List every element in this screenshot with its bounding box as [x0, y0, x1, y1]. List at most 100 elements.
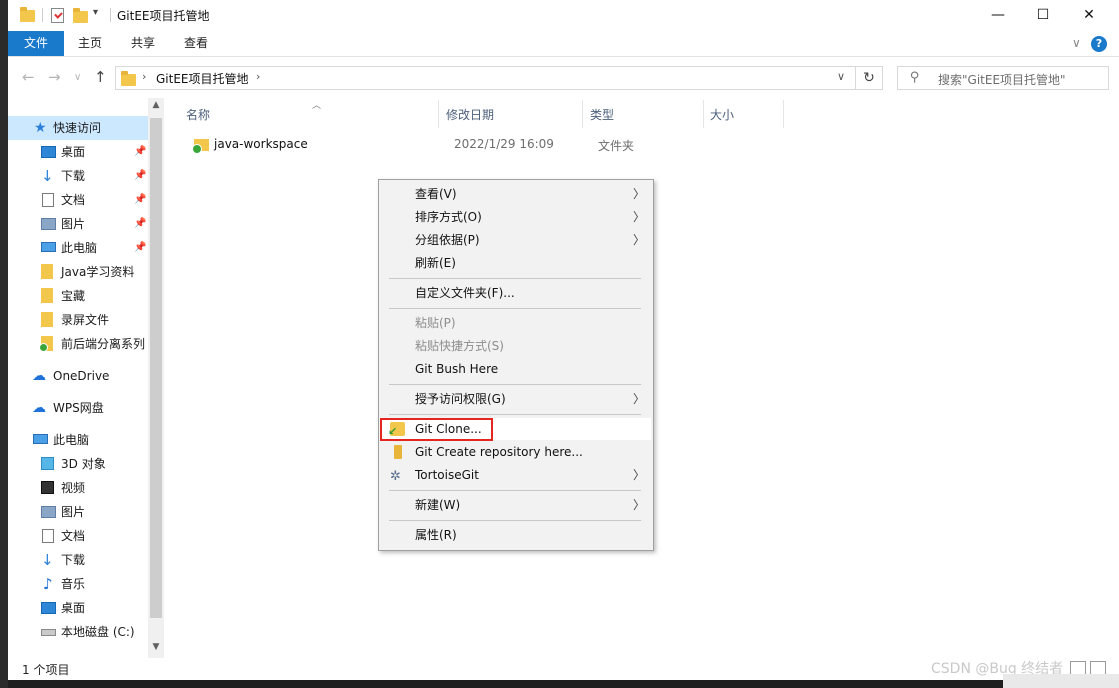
- disk-icon: [41, 629, 56, 636]
- sidebar-item-java-materials[interactable]: Java学习资料: [8, 260, 148, 284]
- scroll-down-icon[interactable]: ▼: [148, 642, 164, 652]
- music-icon: ♪: [43, 575, 53, 593]
- menu-item-new[interactable]: 新建(W) 〉: [381, 494, 651, 516]
- column-header-type[interactable]: 类型: [590, 106, 614, 123]
- back-arrow-icon[interactable]: ←: [22, 68, 35, 86]
- sidebar-item-pictures[interactable]: 图片 📌: [8, 212, 148, 236]
- chevron-down-icon[interactable]: ∨: [1072, 36, 1081, 50]
- sidebar-item-treasure[interactable]: 宝藏: [8, 284, 148, 308]
- menu-item-properties[interactable]: 属性(R): [381, 524, 651, 546]
- sidebar-item-music[interactable]: ♪ 音乐: [8, 572, 148, 596]
- chevron-right-icon[interactable]: ›: [256, 70, 260, 83]
- sidebar-item-this-pc[interactable]: 此电脑: [8, 428, 148, 452]
- scrollbar-thumb[interactable]: [150, 118, 162, 618]
- sidebar-item-desktop[interactable]: 桌面 📌: [8, 140, 148, 164]
- close-button[interactable]: ✕: [1066, 0, 1112, 30]
- sidebar-item-label: 下载: [61, 553, 86, 567]
- column-divider[interactable]: [582, 100, 583, 128]
- menu-item-git-create-repo[interactable]: Git Create repository here...: [381, 441, 651, 463]
- chevron-right-icon: 〉: [633, 498, 646, 512]
- file-name[interactable]: java-workspace: [214, 137, 308, 151]
- chevron-right-icon: 〉: [633, 468, 646, 482]
- tab-view[interactable]: 查看: [170, 31, 222, 56]
- desktop-icon: [41, 146, 56, 158]
- folder-icon: [20, 7, 35, 22]
- sidebar-item-label: 此电脑: [53, 433, 90, 447]
- column-header-size[interactable]: 大小: [710, 106, 734, 123]
- forward-arrow-icon[interactable]: →: [48, 68, 61, 86]
- help-icon[interactable]: ?: [1091, 36, 1107, 52]
- column-header-name[interactable]: 名称: [186, 106, 210, 123]
- git-status-badge: [39, 343, 48, 352]
- column-header-modified[interactable]: 修改日期: [446, 106, 494, 123]
- column-divider[interactable]: [703, 100, 704, 128]
- sidebar-item-recordings[interactable]: 录屏文件: [8, 308, 148, 332]
- new-folder-icon[interactable]: [73, 8, 88, 23]
- large-icons-view-icon[interactable]: [1090, 661, 1106, 675]
- scroll-up-icon[interactable]: ▲: [148, 100, 164, 110]
- menu-item-label: 查看(V): [415, 187, 457, 201]
- tab-share[interactable]: 共享: [117, 31, 169, 56]
- sidebar-item-3d-objects[interactable]: 3D 对象: [8, 452, 148, 476]
- tab-home[interactable]: 主页: [64, 31, 116, 56]
- divider: [42, 8, 43, 22]
- sidebar-item-local-disk-c[interactable]: 本地磁盘 (C:): [8, 620, 148, 644]
- chevron-down-icon[interactable]: ∨: [837, 70, 845, 83]
- chevron-right-icon: 〉: [633, 233, 646, 247]
- minimize-button[interactable]: —: [975, 0, 1021, 30]
- sidebar-item-videos[interactable]: 视频: [8, 476, 148, 500]
- properties-icon[interactable]: [51, 8, 64, 23]
- customize-quick-access-icon[interactable]: ▾: [93, 7, 98, 18]
- up-arrow-icon[interactable]: ↑: [94, 68, 107, 86]
- recent-locations-icon[interactable]: ∨: [74, 72, 81, 83]
- search-input[interactable]: 搜索"GitEE项目托管地": [938, 71, 1066, 88]
- tortoisegit-icon: ✲: [390, 469, 401, 484]
- sidebar-item-pictures-pc[interactable]: 图片: [8, 500, 148, 524]
- video-icon: [41, 481, 54, 494]
- sidebar-item-documents[interactable]: 文档 📌: [8, 188, 148, 212]
- sidebar-item-downloads-pc[interactable]: ↓ 下载: [8, 548, 148, 572]
- column-divider[interactable]: [783, 100, 784, 128]
- sidebar-item-wps-drive[interactable]: ☁ WPS网盘: [8, 396, 148, 420]
- chevron-right-icon: 〉: [633, 392, 646, 406]
- sidebar-item-documents-pc[interactable]: 文档: [8, 524, 148, 548]
- menu-separator: [389, 490, 641, 491]
- chevron-right-icon[interactable]: ›: [142, 70, 146, 83]
- breadcrumb[interactable]: GitEE项目托管地: [156, 70, 249, 87]
- maximize-button[interactable]: ☐: [1020, 0, 1066, 30]
- sidebar-item-label: 图片: [61, 217, 86, 231]
- star-icon: ★: [34, 120, 47, 136]
- sidebar-item-quick-access[interactable]: ★ 快速访问: [8, 116, 148, 140]
- sidebar-item-onedrive[interactable]: ☁ OneDrive: [8, 364, 148, 388]
- sidebar-item-downloads[interactable]: ↓ 下载 📌: [8, 164, 148, 188]
- sidebar-item-label: 桌面: [61, 601, 86, 615]
- address-bar[interactable]: › GitEE项目托管地 › ∨: [115, 66, 856, 90]
- menu-item-customize-folder[interactable]: 自定义文件夹(F)...: [381, 282, 651, 304]
- navigation-bar: ← → ∨ ↑ › GitEE项目托管地 › ∨ ↻ ⚲ 搜索"GitEE项目托…: [8, 58, 1119, 98]
- sidebar-item-label: 文档: [61, 193, 86, 207]
- menu-item-view[interactable]: 查看(V) 〉: [381, 183, 651, 205]
- refresh-button[interactable]: ↻: [856, 66, 883, 90]
- tab-file[interactable]: 文件: [8, 31, 64, 56]
- computer-icon: [41, 242, 56, 252]
- menu-item-give-access[interactable]: 授予访问权限(G) 〉: [381, 388, 651, 410]
- menu-item-sort-by[interactable]: 排序方式(O) 〉: [381, 206, 651, 228]
- sidebar-item-desktop-pc[interactable]: 桌面: [8, 596, 148, 620]
- menu-item-refresh[interactable]: 刷新(E): [381, 252, 651, 274]
- menu-item-git-bash-here[interactable]: Git Bush Here: [381, 358, 651, 380]
- title-bar: ▾ GitEE项目托管地 — ☐ ✕: [8, 0, 1119, 31]
- details-view-icon[interactable]: [1070, 661, 1086, 675]
- menu-item-label: TortoiseGit: [415, 468, 479, 482]
- menu-item-label: 自定义文件夹(F)...: [415, 286, 515, 300]
- menu-item-tortoisegit[interactable]: ✲ TortoiseGit 〉: [381, 464, 651, 486]
- desktop-icon: [41, 602, 56, 614]
- sidebar-item-this-pc-pinned[interactable]: 此电脑 📌: [8, 236, 148, 260]
- menu-item-group-by[interactable]: 分组依据(P) 〉: [381, 229, 651, 251]
- chevron-right-icon: 〉: [633, 210, 646, 224]
- menu-item-paste-shortcut: 粘贴快捷方式(S): [381, 335, 651, 357]
- sidebar-item-label: Java学习资料: [61, 265, 135, 279]
- column-divider[interactable]: [438, 100, 439, 128]
- sidebar-item-frontend-backend[interactable]: 前后端分离系列: [8, 332, 148, 356]
- search-box[interactable]: ⚲ 搜索"GitEE项目托管地": [897, 66, 1109, 90]
- item-count: 1 个项目: [22, 663, 70, 677]
